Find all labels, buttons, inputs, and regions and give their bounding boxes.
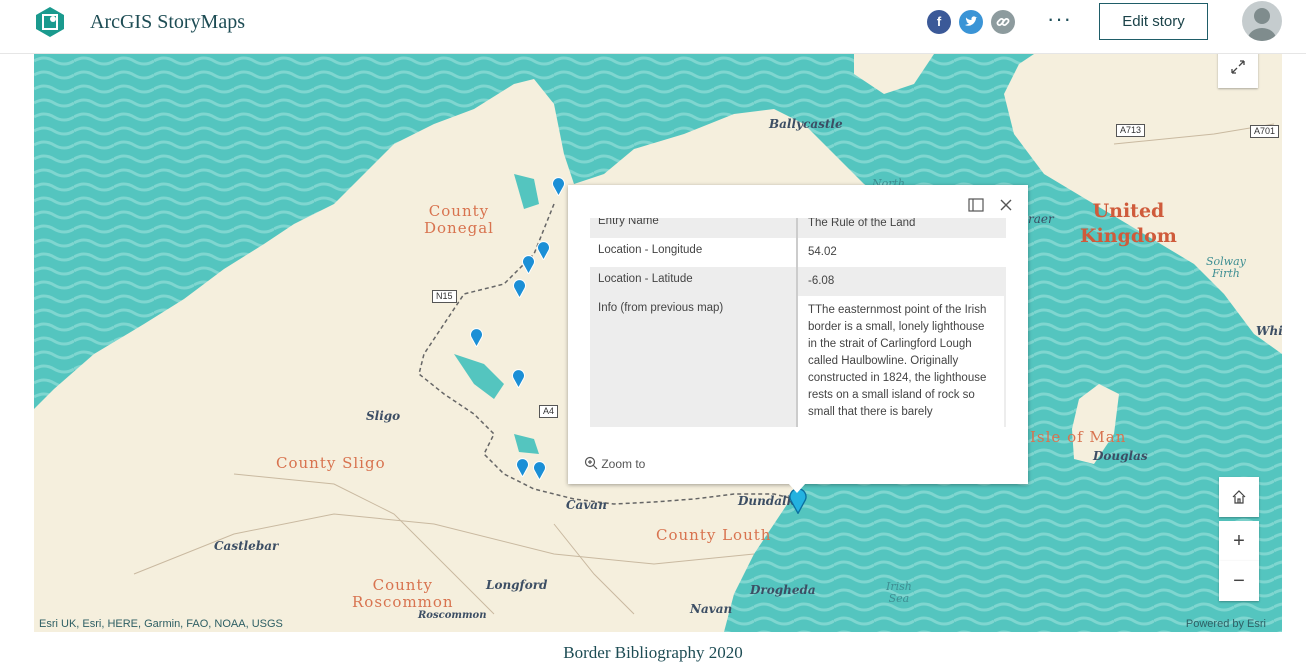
map-pin[interactable] [551, 176, 566, 196]
label-cavan: Cavan [566, 498, 607, 512]
label-solway-firth: Solway Firth [1206, 255, 1246, 280]
label-irish-sea: Irish Sea [886, 580, 912, 605]
link-icon[interactable] [991, 10, 1015, 34]
map-pin[interactable] [532, 460, 547, 480]
road-shield-a4: A4 [539, 405, 559, 418]
attribute-value: -6.08 [808, 275, 835, 287]
label-roscommon: Roscommon [418, 610, 487, 621]
road-shield-n15: N15 [432, 290, 457, 303]
top-bar: ArcGIS StoryMaps f ··· Edit story [0, 0, 1306, 54]
table-row: Entry Name The Rule of the Land [590, 218, 1006, 238]
home-icon[interactable] [1219, 477, 1259, 517]
map-attribution: Esri UK, Esri, HERE, Garmin, FAO, NOAA, … [39, 618, 283, 630]
table-row: Info (from previous map) TThe easternmos… [590, 296, 1006, 427]
label-whit: Whit [1256, 324, 1282, 338]
label-united-kingdom: United Kingdom [1080, 200, 1177, 247]
app-title[interactable]: ArcGIS StoryMaps [90, 11, 245, 34]
dock-icon[interactable] [968, 197, 984, 217]
table-row: Location - Longitude 54.02 [590, 238, 1006, 267]
label-county-roscommon: County Roscommon [352, 576, 454, 611]
label-dundalk: Dundalk [738, 494, 795, 508]
attribute-value: The Rule of the Land [808, 218, 916, 229]
edit-story-button[interactable]: Edit story [1099, 3, 1208, 40]
label-county-sligo: County Sligo [276, 454, 386, 472]
label-navan: Navan [690, 602, 733, 616]
avatar[interactable] [1242, 1, 1282, 41]
label-douglas: Douglas [1093, 449, 1148, 463]
story-footer-title: Border Bibliography 2020 [563, 643, 743, 662]
label-raer: raer [1028, 212, 1054, 226]
facebook-icon[interactable]: f [927, 10, 951, 34]
attribute-key: Info (from previous map) [590, 296, 798, 427]
feature-popup: Entry Name The Rule of the Land Location… [568, 185, 1028, 493]
map-pin[interactable] [512, 278, 527, 298]
label-ballycastle: Ballycastle [769, 117, 843, 131]
label-county-louth: County Louth [656, 526, 772, 544]
zoom-in-icon[interactable]: + [1219, 521, 1259, 561]
popup-pointer [788, 483, 806, 493]
label-castlebar: Castlebar [214, 539, 279, 553]
attribute-value: TThe easternmost point of the Irish bord… [798, 296, 1004, 427]
map-pin[interactable] [536, 240, 551, 260]
expand-icon[interactable] [1218, 54, 1258, 88]
label-drogheda: Drogheda [750, 583, 816, 597]
zoom-to-icon [584, 456, 598, 470]
attribute-value: 54.02 [808, 246, 837, 258]
table-row: Location - Latitude -6.08 [590, 267, 1006, 296]
label-county-donegal: County Donegal [424, 202, 494, 237]
attribute-key: Location - Latitude [590, 267, 798, 296]
popup-attribute-table: Entry Name The Rule of the Land Location… [590, 218, 1006, 444]
close-icon[interactable] [999, 197, 1013, 217]
map-pin[interactable] [515, 457, 530, 477]
map-pin[interactable] [521, 254, 536, 274]
road-shield-a701: A701 [1250, 125, 1280, 138]
powered-by-esri[interactable]: Powered by Esri [1186, 618, 1266, 630]
storymaps-logo-icon[interactable] [34, 6, 66, 38]
attribute-key: Location - Longitude [590, 238, 798, 267]
label-longford: Longford [486, 578, 548, 592]
twitter-icon[interactable] [959, 10, 983, 34]
attribute-key: Entry Name [590, 218, 798, 238]
zoom-to-label: Zoom to [601, 457, 646, 471]
road-shield-a713: A713 [1116, 124, 1146, 137]
zoom-out-icon[interactable]: − [1219, 561, 1259, 601]
zoom-to-action[interactable]: Zoom to [584, 456, 645, 471]
map-pin[interactable] [511, 368, 526, 388]
label-isle-of-man: Isle of Man [1030, 428, 1127, 446]
more-options-icon[interactable]: ··· [1047, 6, 1072, 32]
map-pin[interactable] [469, 327, 484, 347]
label-sligo: Sligo [366, 409, 401, 423]
